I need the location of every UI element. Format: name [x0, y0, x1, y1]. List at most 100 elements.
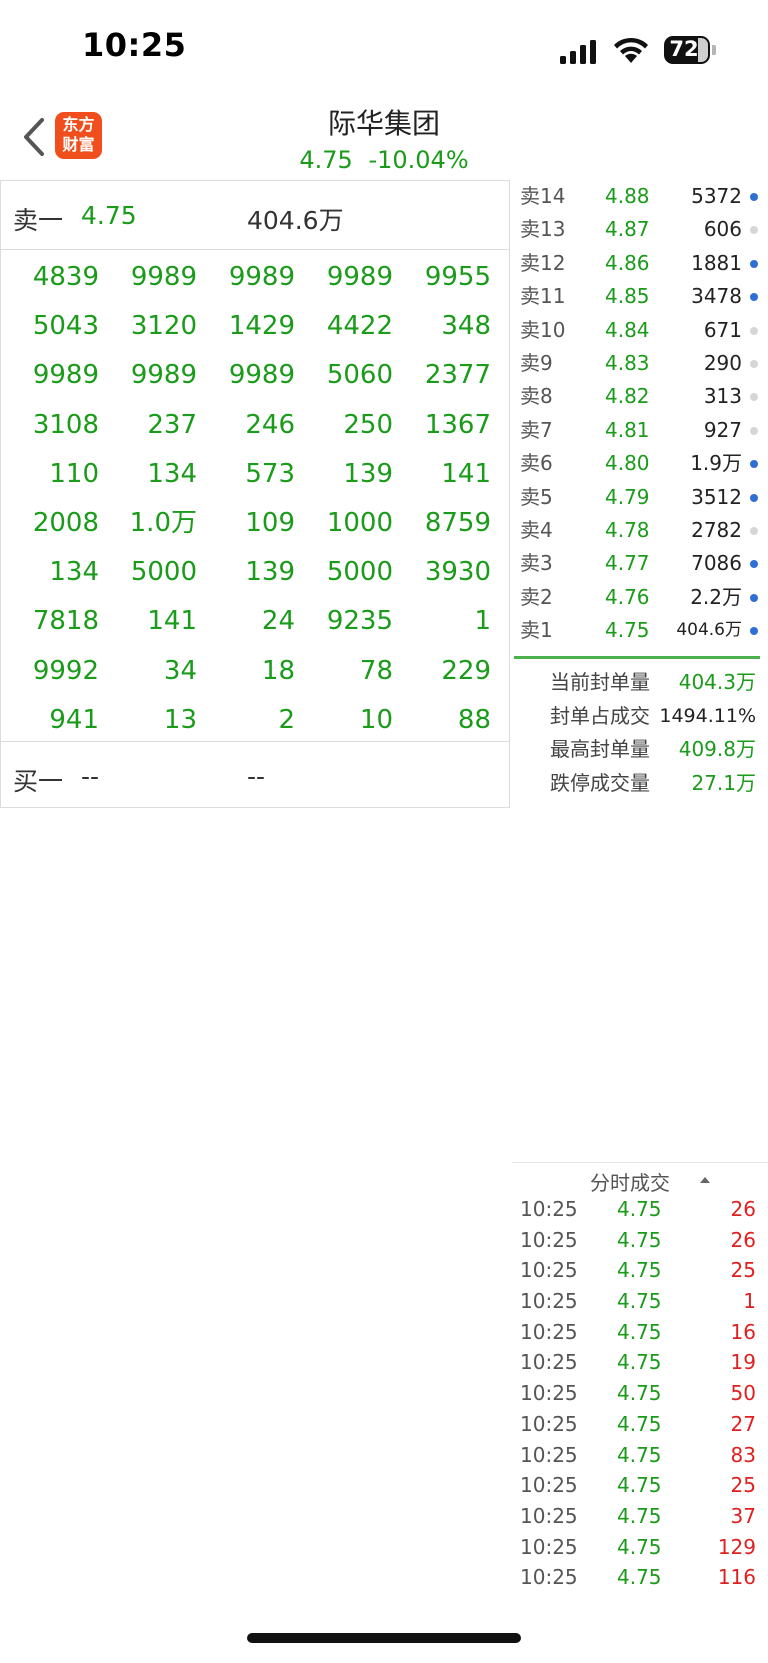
- tick-row: 10:25 4.75 83: [512, 1440, 768, 1471]
- queue-cell: 34: [163, 655, 197, 686]
- queue-cell: 9989: [228, 360, 295, 391]
- tick-time: 10:25: [520, 1381, 578, 1406]
- order-level-label: 卖14: [520, 184, 566, 208]
- queue-row: 2008 1.0万 109 1000 8759: [1, 499, 509, 548]
- ticks-title: 分时成交: [590, 1171, 670, 1195]
- queue-cell: 1.0万: [129, 507, 197, 538]
- tick-time: 10:25: [520, 1442, 578, 1467]
- tick-row: 10:25 4.75 25: [512, 1470, 768, 1501]
- order-level-volume: 2782: [691, 517, 742, 542]
- queue-cell: 573: [245, 458, 295, 489]
- tick-volume: 129: [717, 1534, 756, 1559]
- stat-label: 封单占成交: [550, 703, 650, 728]
- queue-cell: 2: [278, 704, 295, 735]
- tick-volume: 37: [730, 1503, 756, 1528]
- status-dot-icon: [750, 526, 758, 535]
- queue-cell: 88: [457, 704, 491, 735]
- stock-change: -10.04%: [368, 146, 469, 174]
- status-dot-icon: [750, 493, 758, 502]
- order-level-label: 卖13: [520, 217, 566, 242]
- queue-row: 7818 141 24 9235 1: [1, 597, 509, 646]
- queue-cell: 9989: [326, 262, 393, 292]
- order-book-row[interactable]: 卖11 4.85 3478: [512, 280, 768, 313]
- tick-volume: 25: [730, 1473, 756, 1498]
- order-book-row[interactable]: 卖8 4.82 313: [512, 380, 768, 413]
- order-book-row[interactable]: 卖4 4.78 2782: [512, 514, 768, 547]
- tick-price: 4.75: [617, 1473, 662, 1498]
- sell1-price: 4.75: [81, 201, 137, 230]
- tick-price: 4.75: [617, 1381, 662, 1406]
- queue-cell: 24: [261, 606, 295, 637]
- stock-price: 4.75: [299, 146, 353, 174]
- order-level-label: 卖1: [520, 618, 553, 643]
- queue-row: 941 13 2 10 88: [1, 696, 509, 745]
- sort-up-icon[interactable]: [700, 1177, 710, 1183]
- order-level-volume: 606: [703, 217, 742, 242]
- status-dot-icon: [750, 593, 758, 602]
- queue-row: 4839 9989 9989 9989 9955: [1, 253, 509, 302]
- queue-cell: 141: [441, 458, 491, 489]
- order-level-price: 4.87: [605, 217, 650, 242]
- queue-cell: 2377: [424, 360, 491, 391]
- queue-cell: 941: [49, 704, 99, 735]
- queue-cell: 250: [343, 409, 393, 440]
- ticks-header[interactable]: 分时成交: [512, 1162, 768, 1195]
- tick-price: 4.75: [617, 1289, 662, 1314]
- order-book-row[interactable]: 卖10 4.84 671: [512, 314, 768, 347]
- stat-label: 当前封单量: [550, 670, 650, 694]
- queue-cell: 1: [474, 606, 491, 637]
- queue-cell: 1367: [424, 409, 491, 440]
- order-level-label: 卖11: [520, 284, 566, 309]
- stat-row: 跌停成交量 27.1万: [512, 767, 768, 801]
- status-dot-icon: [750, 560, 758, 569]
- status-dot-icon: [750, 627, 758, 636]
- queue-cell: 1429: [228, 311, 295, 342]
- status-dot-icon: [750, 393, 758, 402]
- tick-time: 10:25: [520, 1565, 578, 1590]
- order-book-row[interactable]: 卖1 4.75 404.6万: [512, 614, 768, 647]
- tick-time: 10:25: [520, 1289, 578, 1314]
- order-book-row[interactable]: 卖6 4.80 1.9万: [512, 447, 768, 480]
- home-indicator[interactable]: [247, 1633, 521, 1643]
- order-level-volume: 927: [703, 417, 742, 442]
- status-dot-icon: [750, 359, 758, 368]
- order-book-row[interactable]: 卖13 4.87 606: [512, 213, 768, 246]
- order-level-volume: 1881: [691, 250, 742, 275]
- tick-time: 10:25: [520, 1534, 578, 1559]
- queue-cell: 9989: [130, 262, 197, 292]
- order-level-price: 4.85: [605, 284, 650, 309]
- queue-cell: 78: [359, 655, 393, 686]
- order-book-row[interactable]: 卖7 4.81 927: [512, 414, 768, 447]
- queue-row: 5043 3120 1429 4422 348: [1, 302, 509, 351]
- order-queue-panel: 卖一 4.75 404.6万 4839 9989 9989 9989 9955 5043 3…: [0, 180, 510, 808]
- stat-row: 封单占成交 1494.11%: [512, 700, 768, 734]
- queue-cell: 7818: [32, 606, 99, 637]
- order-book-row[interactable]: 卖5 4.79 3512: [512, 481, 768, 514]
- order-book-row[interactable]: 卖3 4.77 7086: [512, 547, 768, 580]
- order-level-label: 卖7: [520, 417, 553, 442]
- queue-cell: 5060: [326, 360, 393, 391]
- order-book-row[interactable]: 卖12 4.86 1881: [512, 247, 768, 280]
- order-book-row[interactable]: 卖14 4.88 5372: [512, 180, 768, 213]
- queue-cell: 9235: [326, 606, 393, 637]
- status-dot-icon: [750, 326, 758, 335]
- queue-cell: 134: [147, 458, 197, 489]
- queue-cell: 139: [245, 557, 295, 588]
- tick-row: 10:25 4.75 129: [512, 1532, 768, 1563]
- order-level-volume: 1.9万: [690, 451, 742, 476]
- order-level-label: 卖5: [520, 484, 553, 509]
- order-level-label: 卖12: [520, 250, 566, 275]
- status-dot-icon: [750, 293, 758, 302]
- seal-stats: 当前封单量 404.3万 封单占成交 1494.11% 最高封单量 409.8万 跌停成交量…: [512, 666, 768, 800]
- order-book-row[interactable]: 卖9 4.83 290: [512, 347, 768, 380]
- queue-cell: 3108: [32, 409, 99, 440]
- queue-cell: 1000: [326, 507, 393, 538]
- queue-cell: 109: [245, 507, 295, 538]
- stock-quote: 4.75 -10.04%: [0, 146, 768, 174]
- status-dot-icon: [750, 259, 758, 268]
- order-level-price: 4.82: [605, 384, 650, 409]
- order-level-price: 4.83: [605, 350, 650, 375]
- stat-value: 409.8万: [678, 737, 756, 761]
- order-level-volume: 290: [703, 350, 742, 375]
- order-book-row[interactable]: 卖2 4.76 2.2万: [512, 581, 768, 614]
